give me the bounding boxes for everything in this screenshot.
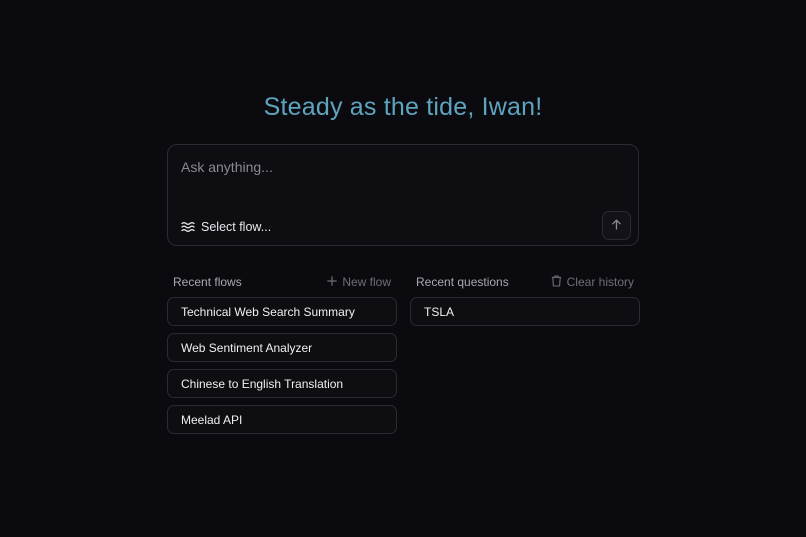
recent-flow-label: Chinese to English Translation (181, 376, 344, 391)
recent-questions-header: Recent questions Clear history (410, 273, 640, 291)
recent-flows-section: Recent flows New flow Technical Web Sear… (167, 273, 397, 441)
recent-flows-title: Recent flows (173, 275, 242, 289)
trash-icon (551, 274, 562, 290)
recent-question-label: TSLA (424, 304, 455, 319)
recent-flow-label: Web Sentiment Analyzer (181, 340, 313, 355)
clear-history-label: Clear history (566, 275, 634, 289)
send-button[interactable] (602, 211, 631, 240)
recent-questions-title: Recent questions (416, 275, 509, 289)
recent-flows-header: Recent flows New flow (167, 273, 397, 291)
recent-flow-item[interactable]: Chinese to English Translation (167, 369, 397, 398)
arrow-up-icon (611, 217, 622, 235)
ask-box: Select flow... (167, 144, 639, 246)
greeting-title: Steady as the tide, Iwan! (263, 93, 543, 121)
recent-question-item[interactable]: TSLA (410, 297, 640, 326)
recent-flow-item[interactable]: Technical Web Search Summary (167, 297, 397, 326)
clear-history-button[interactable]: Clear history (551, 274, 634, 290)
select-flow-button[interactable]: Select flow... (181, 217, 271, 237)
recent-flow-item[interactable]: Meelad API (167, 405, 397, 434)
recent-flow-label: Meelad API (181, 412, 243, 427)
recent-flow-item[interactable]: Web Sentiment Analyzer (167, 333, 397, 362)
waves-icon (181, 221, 195, 233)
select-flow-label: Select flow... (201, 220, 272, 234)
new-flow-label: New flow (342, 275, 391, 289)
recent-questions-section: Recent questions Clear history TSLA (410, 273, 640, 333)
plus-icon (327, 275, 338, 289)
ask-input[interactable] (181, 157, 601, 177)
home-page: Steady as the tide, Iwan! Select flow... (0, 0, 806, 537)
recent-flow-label: Technical Web Search Summary (181, 304, 355, 319)
new-flow-button[interactable]: New flow (327, 275, 391, 289)
